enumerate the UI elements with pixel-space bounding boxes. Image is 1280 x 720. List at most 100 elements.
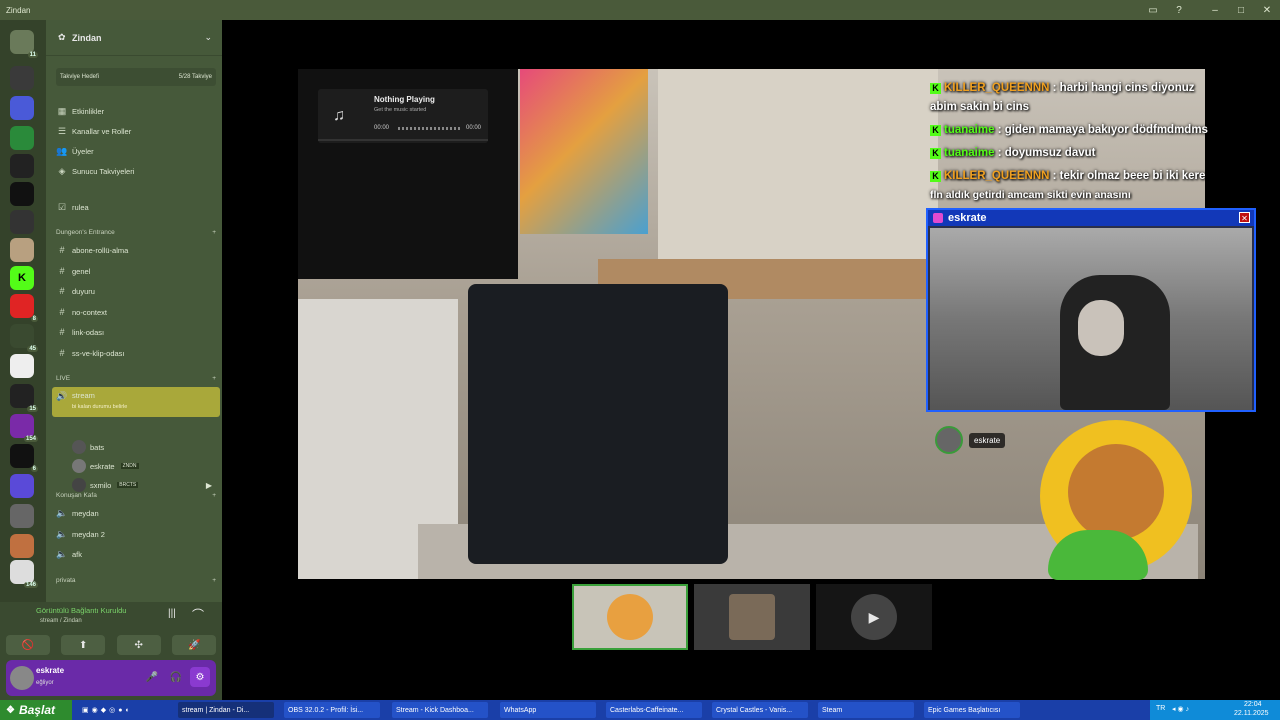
menu-server-boosts[interactable]: ◈ Sunucu Takviyeleri xyxy=(56,162,216,180)
kick-badge-icon: K xyxy=(930,125,941,136)
server-header[interactable]: ✿ Zindan ⌄ xyxy=(46,20,222,56)
menu-events[interactable]: ▦ Etkinlikler xyxy=(56,102,216,120)
menu-channels-roles[interactable]: ☰ Kanallar ve Roller xyxy=(56,122,216,140)
server-icon-17[interactable] xyxy=(10,534,34,558)
calendar-icon: ▦ xyxy=(57,105,67,116)
taskbar-item[interactable]: Crystal Castles - Vanis... xyxy=(712,702,808,718)
server-icon-18[interactable]: 146 xyxy=(10,560,38,588)
category-dungeons[interactable]: Dungeon's Entrance + xyxy=(56,229,216,236)
server-icon-7[interactable] xyxy=(10,238,34,262)
taskbar-item[interactable]: stream | Zindan - Di... xyxy=(178,702,274,718)
server-icon-13[interactable]: 154 xyxy=(10,414,38,442)
boost-goal[interactable]: Takviye Hedefi 5/28 Takviye xyxy=(56,68,216,86)
chat-message: K KILLER_QUEENNN : harbi hangi cins diyon… xyxy=(930,82,1195,94)
server-icon-4[interactable] xyxy=(10,154,34,178)
close-icon[interactable]: ✕ xyxy=(1239,212,1250,223)
voice-actions: 🚫 ⬆ ✣ 🚀 xyxy=(0,632,222,658)
channel-label: genel xyxy=(72,266,91,276)
hash-icon: # xyxy=(59,286,65,296)
server-icon-5[interactable] xyxy=(10,182,34,206)
quick-launch-icons[interactable]: ▣◉◆◎●◐ xyxy=(82,706,133,714)
voice-user-eskrate[interactable]: eskrate ZNDN xyxy=(72,457,212,475)
server-icon-2[interactable] xyxy=(10,96,34,120)
user-name[interactable]: eskrate xyxy=(36,666,64,675)
headset-button[interactable]: 🎧 xyxy=(166,667,186,687)
voice-channel-stream[interactable]: 🔊 stream bi kalan durumu belirle xyxy=(52,387,220,417)
hash-icon: # xyxy=(59,327,65,337)
taskbar-item[interactable]: Casterlabs-Caffeinate... xyxy=(606,702,702,718)
tray-icons[interactable]: ◂◉♪ xyxy=(1172,705,1191,713)
server-icon-12[interactable]: 15 xyxy=(10,384,38,412)
participant-thumb[interactable]: ▶ xyxy=(816,584,932,650)
activities-button[interactable]: ✣ xyxy=(116,635,161,655)
add-channel-icon[interactable]: + xyxy=(212,492,216,499)
voice-channel-meydan-2[interactable]: 🔈 meydan 2 xyxy=(56,525,216,543)
list-icon: ☰ xyxy=(57,125,67,136)
category-privata[interactable]: privata + xyxy=(56,577,216,584)
channel-abone[interactable]: # abone-rollü-alma xyxy=(56,241,216,259)
channel-no-context[interactable]: # no-context xyxy=(56,303,216,321)
server-icon-3[interactable] xyxy=(10,126,34,150)
avatar xyxy=(935,426,963,454)
maximize-button[interactable]: □ xyxy=(1228,0,1254,20)
channel-duyuru[interactable]: # duyuru xyxy=(56,282,216,300)
menu-rules[interactable]: ☑ rulea xyxy=(56,198,216,216)
taskbar: ❖ Başlat ▣◉◆◎●◐ stream | Zindan - Di... … xyxy=(0,700,1280,720)
disconnect-icon[interactable]: ⌒ xyxy=(192,606,210,624)
menu-members[interactable]: 👥 Üyeler xyxy=(56,142,216,160)
channel-link-odasi[interactable]: # link-odası xyxy=(56,323,216,341)
server-icon-11[interactable] xyxy=(10,354,34,378)
category-label: Konuşan Kafa xyxy=(56,492,97,499)
add-channel-icon[interactable]: + xyxy=(212,229,216,236)
add-channel-icon[interactable]: + xyxy=(212,577,216,584)
camera-off-button[interactable]: 🚫 xyxy=(5,635,50,655)
server-icon-10[interactable]: 45 xyxy=(10,324,38,352)
server-icon-9[interactable]: 8 xyxy=(10,294,38,322)
participant-thumb[interactable] xyxy=(572,584,688,650)
server-icon-1[interactable] xyxy=(10,66,34,90)
taskbar-item[interactable]: Stream - Kick Dashboa... xyxy=(392,702,488,718)
speaker-name: eskrate xyxy=(969,432,1006,448)
settings-button[interactable]: ⚙ xyxy=(190,667,210,687)
voice-status-title[interactable]: Görüntülü Bağlantı Kuruldu xyxy=(36,606,126,615)
minimize-button[interactable]: – xyxy=(1202,0,1228,20)
language-indicator[interactable]: TR xyxy=(1156,705,1165,712)
add-channel-icon[interactable]: + xyxy=(212,375,216,382)
voice-user-bats[interactable]: bats xyxy=(72,438,212,456)
mic-button[interactable]: 🎤 xyxy=(142,667,162,687)
server-icon-6[interactable] xyxy=(10,210,34,234)
badge-count: 154 xyxy=(23,436,38,442)
clock-time[interactable]: 22:04 xyxy=(1244,701,1262,708)
chat-message: K KILLER_QUEENNN : tekir olmaz beee bi ik… xyxy=(930,170,1205,182)
rocket-button[interactable]: 🚀 xyxy=(172,635,217,655)
category-live[interactable]: LIVE + xyxy=(56,375,216,382)
taskbar-item[interactable]: Steam xyxy=(818,702,914,718)
taskbar-item[interactable]: OBS 32.0.2 - Profil: İsi... xyxy=(284,702,380,718)
screen-share-button[interactable]: ⬆ xyxy=(61,635,106,655)
taskbar-item[interactable]: WhatsApp xyxy=(500,702,596,718)
server-icon-15[interactable] xyxy=(10,474,34,498)
chevron-down-icon: ⌄ xyxy=(204,32,212,42)
inbox-icon[interactable]: ▭ xyxy=(1140,0,1166,20)
channel-genel[interactable]: # genel xyxy=(56,262,216,280)
hash-icon: # xyxy=(59,307,65,317)
steam-server-icon[interactable]: 11 xyxy=(10,30,38,58)
avatar[interactable] xyxy=(10,666,34,690)
participant-thumb[interactable] xyxy=(694,584,810,650)
menu-label: Üyeler xyxy=(72,146,94,156)
kick-server-icon[interactable]: K xyxy=(10,266,34,290)
soundboard-icon[interactable]: ||| xyxy=(168,608,186,626)
voice-channel-meydan[interactable]: 🔈 meydan xyxy=(56,504,216,522)
category-konusan[interactable]: Konuşan Kafa + xyxy=(56,492,216,499)
start-button[interactable]: ❖ Başlat xyxy=(0,700,72,720)
webcam-name: eskrate xyxy=(948,212,987,224)
help-icon[interactable]: ? xyxy=(1166,0,1192,20)
taskbar-item[interactable]: Epic Games Başlatıcısı xyxy=(924,702,1020,718)
server-icon-16[interactable] xyxy=(10,504,34,528)
channel-ss-klip[interactable]: # ss-ve-klip-odası xyxy=(56,344,216,362)
user-tag: ZNDN xyxy=(120,463,139,469)
voice-channel-afk[interactable]: 🔈 afk xyxy=(56,545,216,563)
server-icon-14[interactable]: 6 xyxy=(10,444,38,472)
avatar xyxy=(729,594,775,640)
close-button[interactable]: ✕ xyxy=(1254,0,1280,20)
